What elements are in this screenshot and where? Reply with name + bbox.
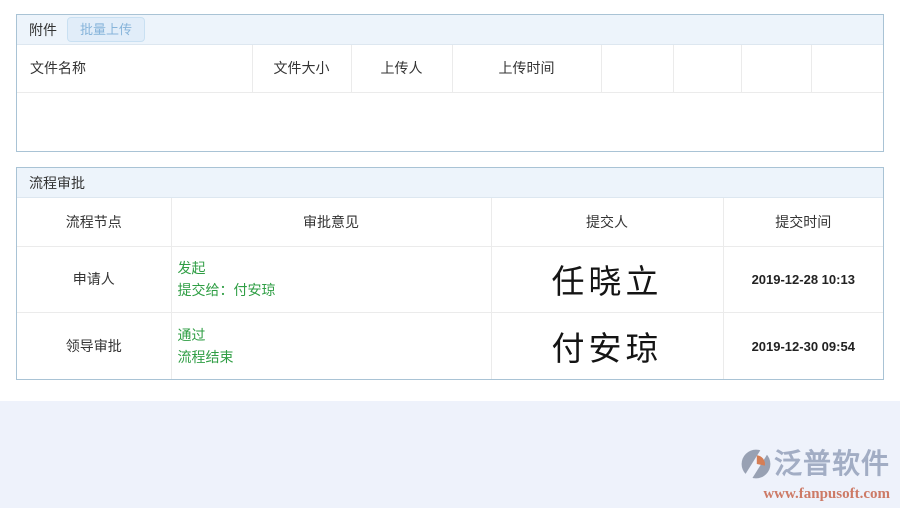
- submit-time: 2019-12-28 10:13: [751, 272, 855, 287]
- attachments-table: 文件名称 文件大小 上传人 上传时间: [17, 45, 883, 151]
- opinion-cell: 发起 提交给：付安琼: [171, 246, 492, 313]
- column-empty-3: [741, 45, 812, 93]
- approval-row-leader: 领导审批 通过 流程结束 付安琼 2019-12-30 09:54: [17, 312, 883, 379]
- approval-header-row: 流程节点 审批意见 提交人 提交时间: [17, 198, 883, 247]
- approval-table: 流程节点 审批意见 提交人 提交时间 申请人 发起 提交给：付安琼 任晓立 20…: [17, 198, 883, 379]
- column-upload-time: 上传时间: [452, 45, 602, 93]
- signature-cell: 付安琼: [491, 312, 724, 379]
- approval-title: 流程审批: [29, 174, 85, 191]
- opinion-detail: 提交给：付安琼: [177, 282, 276, 298]
- attachments-title: 附件: [29, 21, 57, 38]
- brand-name: 泛普软件: [773, 447, 890, 479]
- attachments-header-row: 文件名称 文件大小 上传人 上传时间: [17, 45, 883, 93]
- fanpu-logo-icon: [740, 442, 772, 485]
- column-flow-node: 流程节点: [17, 198, 172, 247]
- column-file-size: 文件大小: [252, 45, 352, 93]
- column-submit-time: 提交时间: [723, 198, 883, 247]
- column-file-name: 文件名称: [17, 45, 253, 93]
- attachments-panel: 附件 批量上传 文件名称 文件大小 上传人 上传时间: [16, 14, 884, 152]
- opinion-status: 发起: [177, 260, 206, 276]
- submitter-signature: 任晓立: [551, 265, 663, 301]
- attachments-panel-header: 附件 批量上传: [17, 15, 883, 45]
- opinion-detail: 流程结束: [177, 348, 234, 365]
- column-uploader: 上传人: [351, 45, 453, 93]
- submit-time-cell: 2019-12-28 10:13: [723, 246, 883, 313]
- attachments-empty-row: [17, 92, 883, 151]
- opinion-status: 通过: [177, 326, 206, 343]
- fanpu-watermark: 泛普软件 www.fanpusoft.com: [740, 442, 890, 503]
- column-empty-4: [811, 45, 883, 93]
- batch-upload-button[interactable]: 批量上传: [67, 17, 146, 42]
- column-empty-2: [673, 45, 742, 93]
- submit-time: 2019-12-30 09:54: [751, 338, 855, 354]
- flow-node-label: 申请人: [17, 246, 172, 313]
- footer-area: 泛普软件 www.fanpusoft.com: [0, 401, 900, 508]
- opinion-cell: 通过 流程结束: [171, 312, 492, 379]
- flow-node-label: 领导审批: [17, 312, 172, 379]
- approval-row-applicant: 申请人 发起 提交给：付安琼 任晓立 2019-12-28 10:13: [17, 246, 883, 313]
- brand-url: www.fanpusoft.com: [763, 485, 890, 502]
- submitter-signature: 付安琼: [551, 331, 663, 368]
- submit-time-cell: 2019-12-30 09:54: [723, 312, 883, 379]
- approval-panel-header: 流程审批: [17, 168, 883, 198]
- column-empty-1: [601, 45, 674, 93]
- attachments-empty-cell: [17, 92, 883, 151]
- approval-panel: 流程审批 流程节点 审批意见 提交人 提交时间 申请人 发起 提交给：付安琼 任…: [16, 167, 884, 380]
- column-approval-opinion: 审批意见: [171, 198, 492, 247]
- signature-cell: 任晓立: [491, 246, 724, 313]
- column-submitter: 提交人: [491, 198, 724, 247]
